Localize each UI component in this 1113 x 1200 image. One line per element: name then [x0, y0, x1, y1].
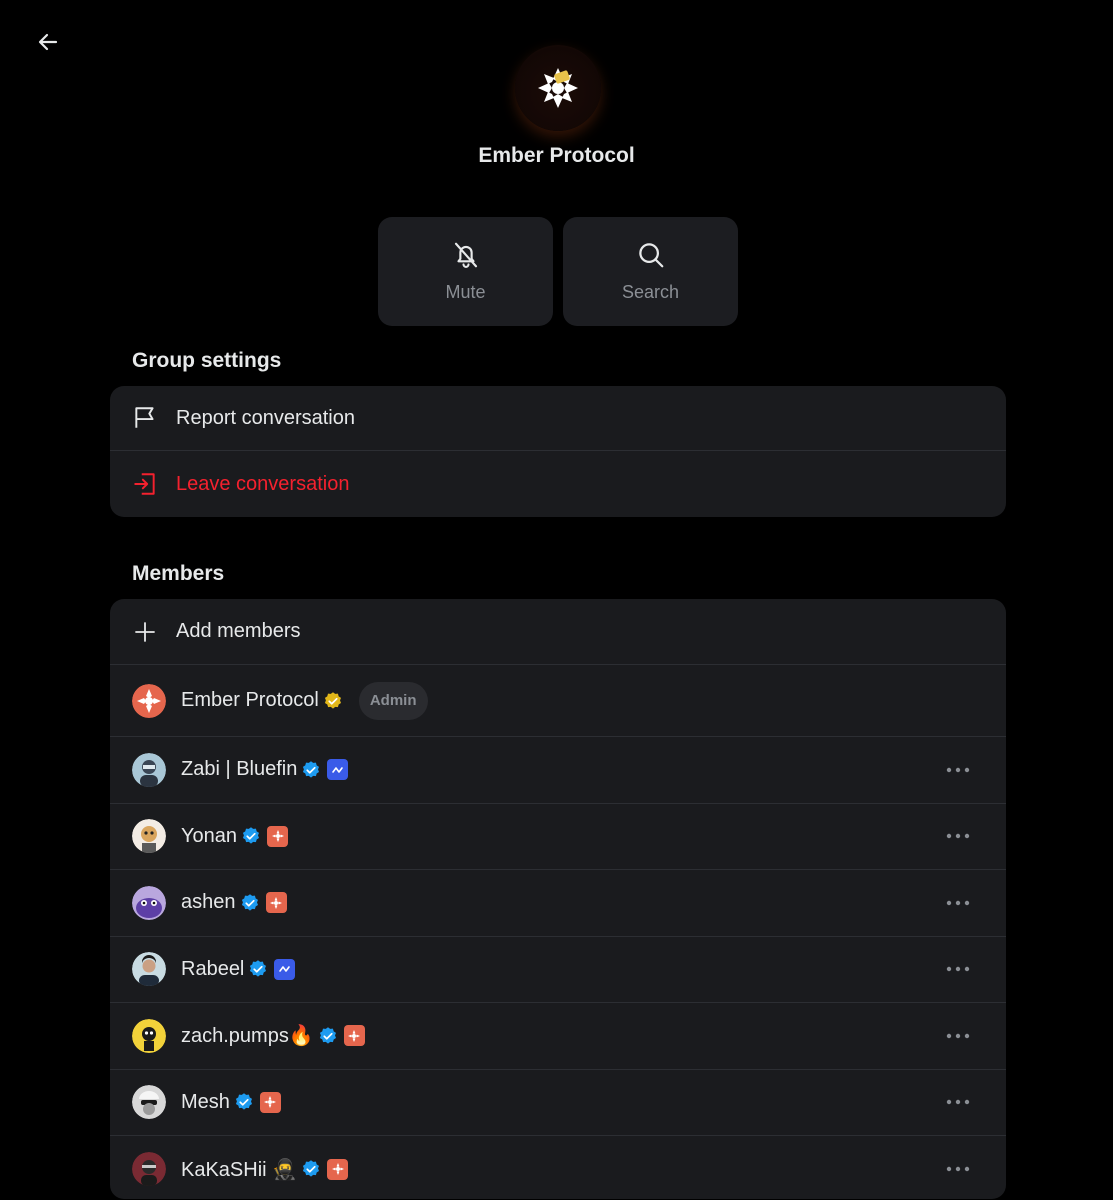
member-name: zach.pumps🔥: [181, 1025, 314, 1048]
member-name: Yonan: [181, 824, 237, 847]
search-icon: [638, 243, 663, 268]
verified-icon: [234, 1092, 254, 1112]
search-button[interactable]: Search: [563, 217, 738, 326]
verified-icon: [240, 893, 260, 913]
flag-icon: [132, 405, 158, 431]
exit-icon: [132, 471, 158, 497]
group-avatar: [515, 45, 601, 131]
member-row[interactable]: ashen: [110, 870, 1006, 937]
avatar: [132, 819, 166, 854]
avatar: [132, 1152, 166, 1187]
ember-affiliate-icon: [267, 825, 288, 847]
search-label: Search: [621, 282, 680, 302]
verified-icon: [248, 959, 268, 979]
plus-icon: [132, 619, 158, 645]
verified-icon: [301, 1159, 321, 1179]
member-row[interactable]: Mesh: [110, 1070, 1006, 1136]
member-row[interactable]: KaKaSHii 🥷: [110, 1136, 1006, 1199]
mute-label: Mute: [445, 282, 486, 302]
members-card: Add members Ember Protocol Admin Zabi | …: [110, 599, 1006, 1199]
leave-conversation-button[interactable]: Leave conversation: [110, 451, 1006, 517]
add-members-button[interactable]: Add members: [110, 599, 1006, 665]
verified-icon: [241, 826, 261, 846]
bluefin-affiliate-icon: [274, 958, 296, 980]
member-name: KaKaSHii 🥷: [181, 1158, 298, 1181]
ember-affiliate-icon: [265, 892, 287, 914]
member-name: Rabeel: [181, 957, 245, 980]
arrow-left-icon: [38, 33, 58, 51]
avatar: [132, 752, 166, 787]
add-members-label: Add members: [176, 620, 301, 642]
member-name: ashen: [181, 891, 236, 914]
avatar: [132, 952, 166, 987]
leave-conversation-label: Leave conversation: [176, 472, 350, 495]
more-options-icon[interactable]: [944, 760, 972, 780]
more-options-icon[interactable]: [944, 1092, 972, 1112]
avatar: [132, 1085, 166, 1120]
member-row[interactable]: Zabi | Bluefin: [110, 737, 1006, 804]
members-heading: Members: [132, 562, 225, 585]
mute-button[interactable]: Mute: [378, 217, 553, 326]
avatar: [132, 885, 166, 920]
avatar: [132, 1018, 166, 1053]
group-settings-heading: Group settings: [132, 349, 282, 372]
more-options-icon[interactable]: [944, 1026, 972, 1046]
member-row[interactable]: Rabeel: [110, 937, 1006, 1003]
member-name: Zabi | Bluefin: [181, 758, 298, 781]
report-conversation-label: Report conversation: [176, 406, 355, 429]
more-options-icon[interactable]: [944, 826, 972, 846]
verified-gold-icon: [323, 691, 343, 711]
member-name: Ember Protocol: [181, 689, 319, 711]
ember-affiliate-icon: [343, 1025, 365, 1047]
back-button[interactable]: [30, 26, 66, 58]
ember-affiliate-icon: [259, 1091, 281, 1113]
ember-affiliate-icon: [327, 1158, 349, 1180]
more-options-icon[interactable]: [944, 893, 972, 913]
bluefin-affiliate-icon: [327, 759, 349, 781]
more-options-icon[interactable]: [944, 1159, 972, 1179]
bell-off-icon: [454, 242, 477, 268]
group-name: Ember Protocol: [478, 144, 635, 167]
member-row[interactable]: zach.pumps🔥: [110, 1003, 1006, 1070]
member-row[interactable]: Ember Protocol Admin: [110, 665, 1006, 737]
avatar: [132, 683, 166, 718]
more-options-icon[interactable]: [944, 959, 972, 979]
group-settings-card: Report conversation Leave conversation: [110, 386, 1006, 517]
member-name: Mesh: [181, 1090, 230, 1113]
member-row[interactable]: Yonan: [110, 804, 1006, 870]
ember-logo-icon: [538, 68, 578, 108]
verified-icon: [301, 760, 321, 780]
admin-badge: Admin: [358, 681, 428, 720]
verified-icon: [318, 1026, 338, 1046]
report-conversation-button[interactable]: Report conversation: [110, 386, 1006, 451]
